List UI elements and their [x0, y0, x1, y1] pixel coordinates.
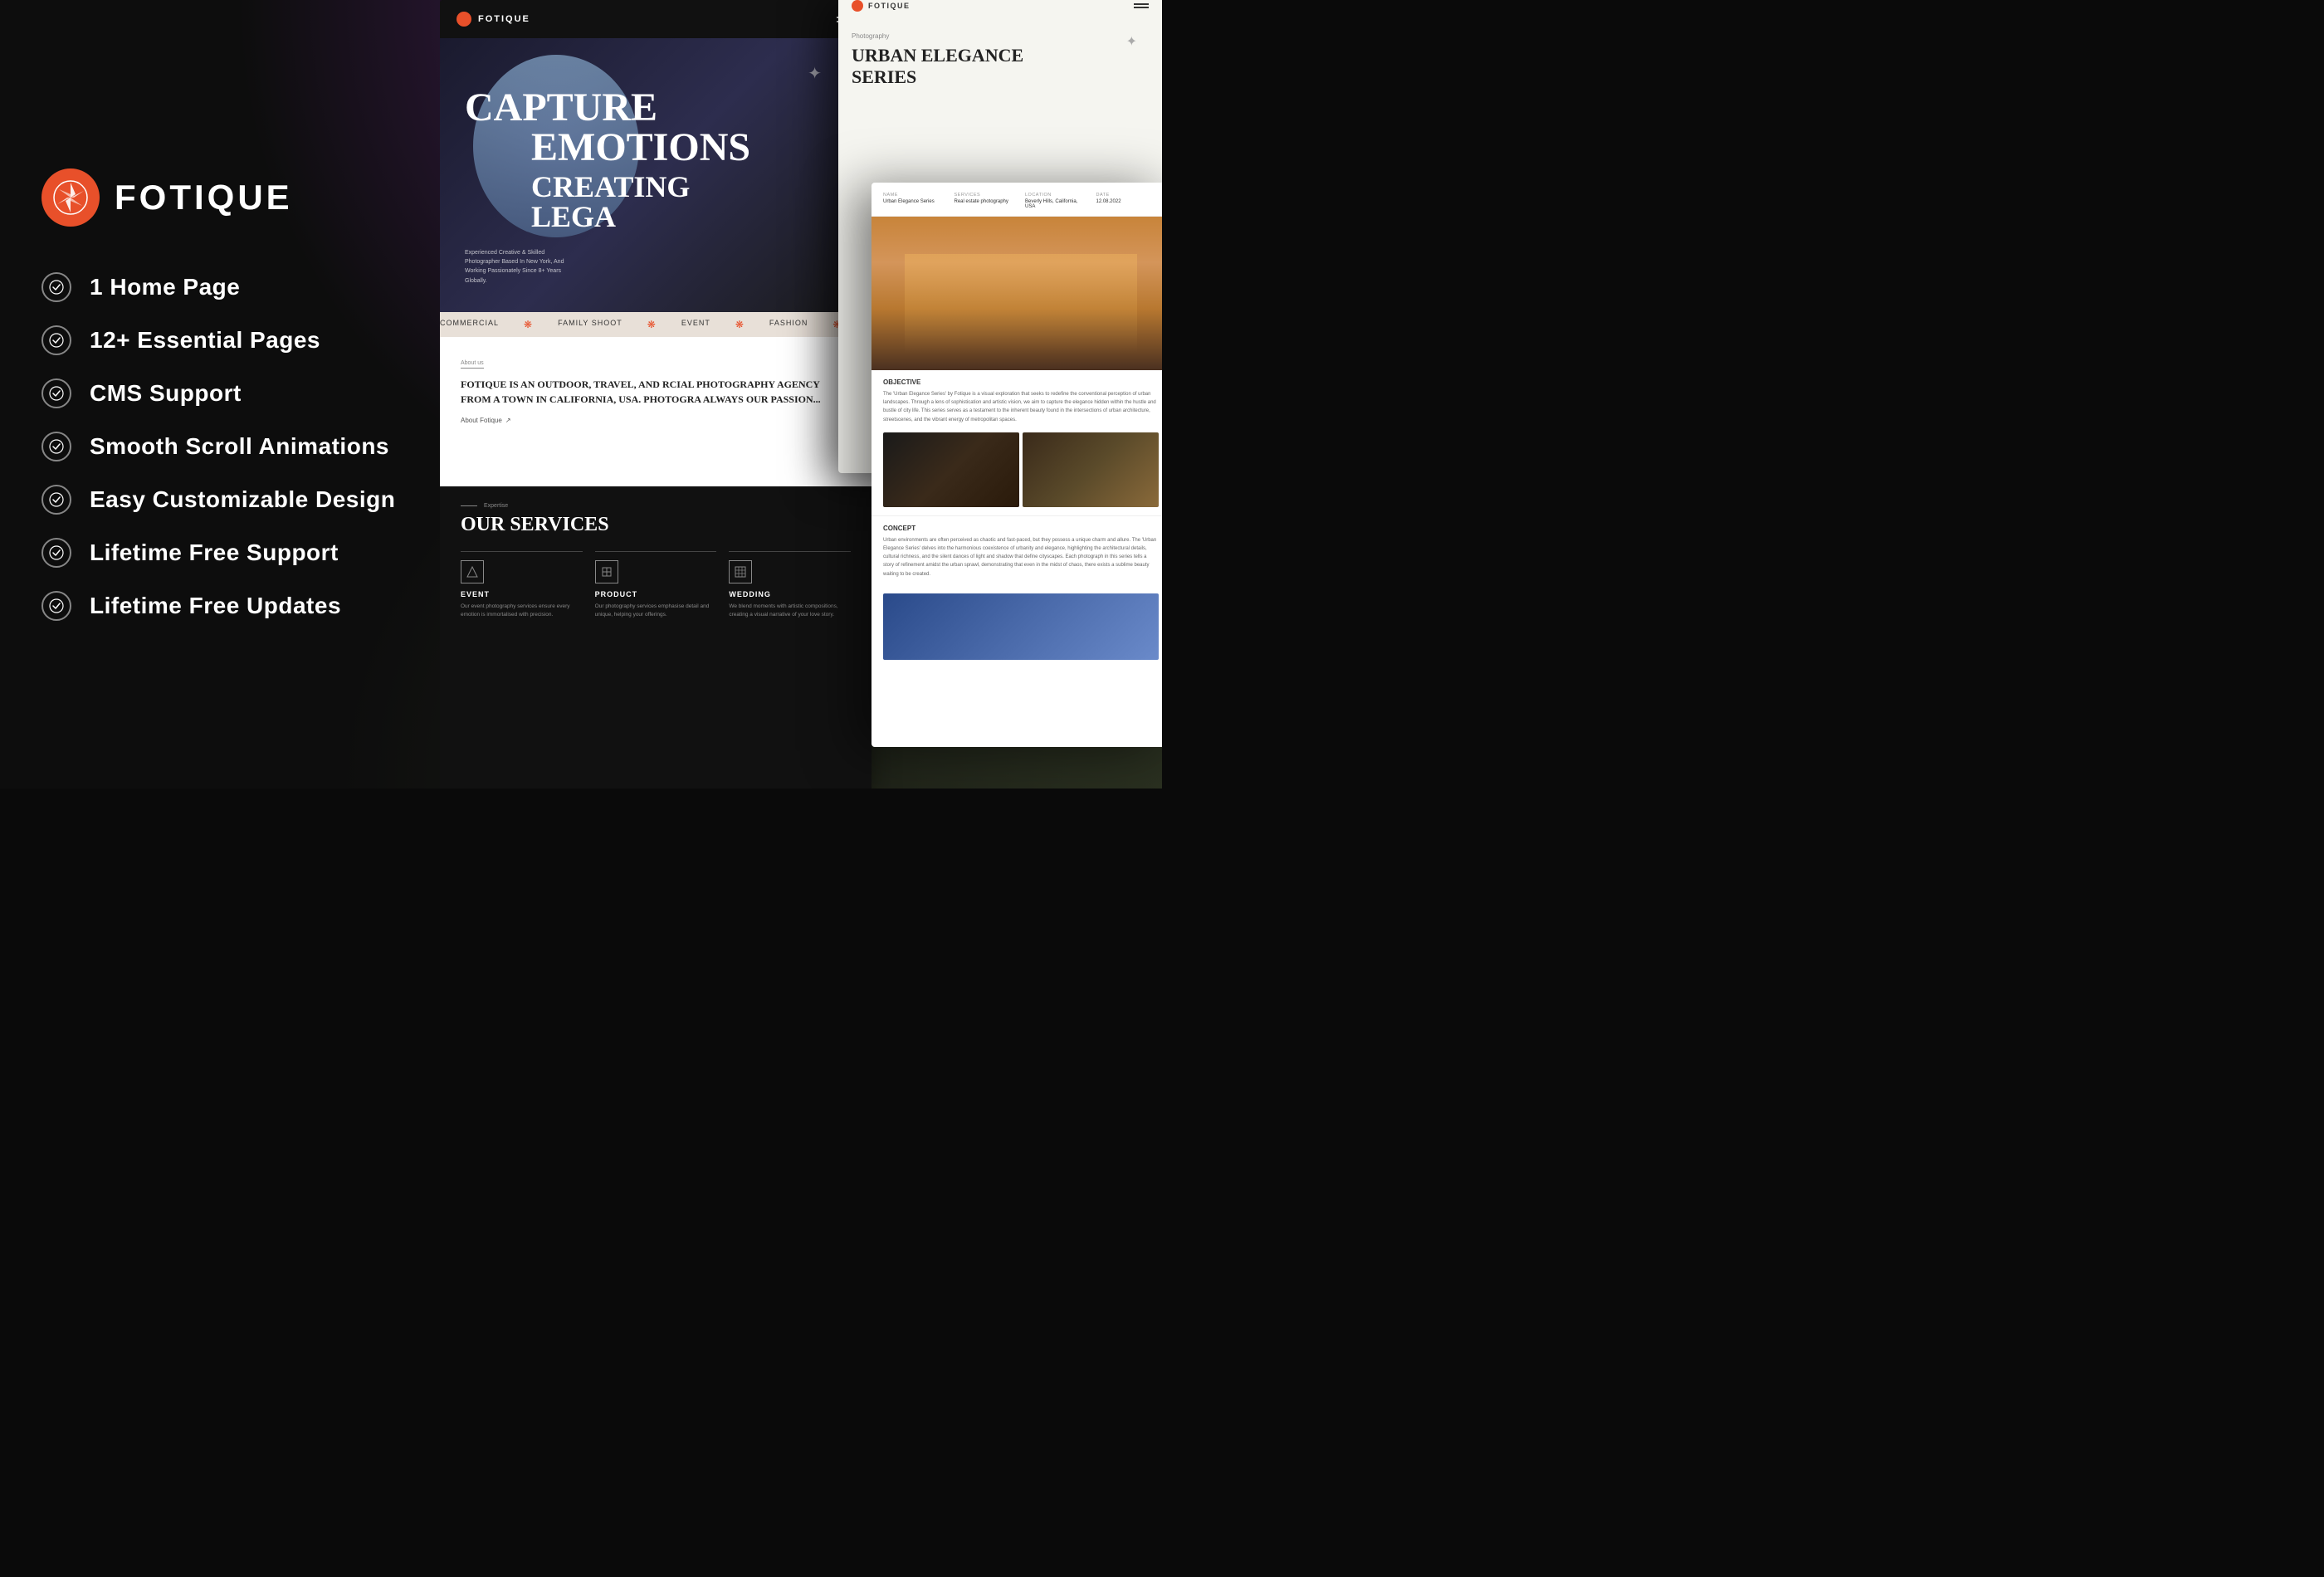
urban-name: URBAN ELEGANCESERIES [852, 45, 1149, 89]
case-photo-interior-2 [1023, 432, 1159, 507]
hero-line-1: CAPTURE EMOTIONS [465, 88, 863, 168]
concept-title: CONCEPT [883, 525, 1159, 532]
second-logo: FOTIQUE [852, 0, 911, 12]
service-desc-wedding: We blend moments with artistic compositi… [729, 603, 851, 619]
hero-text: CAPTURE EMOTIONS CREATING LEGA Experienc… [465, 88, 863, 286]
second-header: FOTIQUE [838, 0, 1162, 20]
check-icon-essential [42, 325, 71, 355]
feature-text-updates: Lifetime Free Updates [90, 593, 341, 619]
services-title: OUR SERVICES [461, 514, 851, 536]
check-icon-updates [42, 591, 71, 621]
meta-name-value: Urban Elegance Series [883, 199, 946, 204]
feature-text-cms: CMS Support [90, 380, 242, 407]
service-name-wedding: WEDDING [729, 590, 851, 598]
feature-cms: CMS Support [42, 378, 440, 408]
screenshot-main: FOTIQUE CAPTURE EMOTIONS CREATING LEGA E… [440, 0, 872, 788]
feature-text-scroll: Smooth Scroll Animations [90, 433, 389, 460]
arrow-icon: ↗ [505, 417, 511, 424]
logo-area: FOTIQUE [42, 168, 440, 227]
wedding-icon [729, 560, 752, 583]
sparkle-second-icon: ✦ [1126, 33, 1137, 50]
feature-smooth-scroll: Smooth Scroll Animations [42, 432, 440, 461]
feature-customizable: Easy Customizable Design [42, 485, 440, 515]
check-icon-scroll [42, 432, 71, 461]
urban-label: Photography [852, 32, 1149, 40]
ticker-content: COMMERCIAL ❋ FAMILY SHOOT ❋ EVENT ❋ FASH… [440, 319, 872, 330]
ticker-item: EVENT [681, 319, 710, 330]
meta-services-label: SERVICES [954, 193, 1018, 198]
ticker-dot: ❋ [735, 319, 745, 330]
hero-area: CAPTURE EMOTIONS CREATING LEGA Experienc… [440, 38, 872, 312]
ticker-item: FASHION [769, 319, 808, 330]
case-concept: CONCEPT Urban environments are often per… [872, 515, 1162, 587]
feature-essential-pages: 12+ Essential Pages [42, 325, 440, 355]
service-desc-product: Our photography services emphasise detai… [595, 603, 717, 619]
case-photos-grid [872, 432, 1162, 515]
services-label: Expertise [461, 503, 851, 509]
services-section: Expertise OUR SERVICES EVENT Our event p… [440, 486, 872, 636]
meta-location-value: Beverly Hills, California, USA [1025, 199, 1088, 209]
objective-text: The 'Urban Elegance Series' by Fotique i… [883, 390, 1159, 424]
second-hamburger [1134, 2, 1149, 11]
second-logo-text: FOTIQUE [868, 2, 911, 10]
fotique-logo-icon [42, 168, 100, 227]
check-icon-cms [42, 378, 71, 408]
objective-title: OBJECTIVE [883, 378, 1159, 386]
house-lights [905, 254, 1137, 354]
meta-name-label: NAME [883, 193, 946, 198]
second-logo-dot [852, 0, 863, 12]
feature-home-page: 1 Home Page [42, 272, 440, 302]
ticker-bar: COMMERCIAL ❋ FAMILY SHOOT ❋ EVENT ❋ FASH… [440, 312, 872, 337]
screenshot-logo-name: FOTIQUE [478, 14, 530, 24]
meta-date-label: DATE [1096, 193, 1160, 198]
hamburger-line [1134, 7, 1149, 8]
feature-text-home: 1 Home Page [90, 274, 240, 300]
meta-services: SERVICES Real estate photography [954, 193, 1018, 209]
meta-services-value: Real estate photography [954, 199, 1018, 204]
case-study-meta: NAME Urban Elegance Series SERVICES Real… [872, 183, 1162, 217]
product-icon [595, 560, 618, 583]
meta-location: LOCATION Beverly Hills, California, USA [1025, 193, 1088, 209]
meta-name: NAME Urban Elegance Series [883, 193, 946, 209]
sparkle-icon-1: ✦ [808, 63, 822, 84]
meta-date: DATE 12.08.2022 [1096, 193, 1160, 209]
meta-date-value: 12.08.2022 [1096, 199, 1160, 204]
check-icon-support [42, 538, 71, 568]
hamburger-line [1134, 3, 1149, 5]
service-wedding: WEDDING We blend moments with artistic c… [729, 551, 851, 619]
hero-subtext: CREATING LEGA [531, 172, 863, 232]
left-panel: FOTIQUE 1 Home Page 12+ Essential Pages [0, 0, 481, 788]
feature-text-customizable: Easy Customizable Design [90, 486, 395, 513]
case-study-hero-image [872, 217, 1162, 370]
about-text: FOTIQUE IS AN OUTDOOR, TRAVEL, AND RCIAL… [461, 377, 851, 407]
feature-updates: Lifetime Free Updates [42, 591, 440, 621]
feature-text-essential: 12+ Essential Pages [90, 327, 320, 354]
services-grid: EVENT Our event photography services ens… [461, 551, 851, 619]
case-objective: OBJECTIVE The 'Urban Elegance Series' by… [872, 370, 1162, 432]
main-screenshot-header: FOTIQUE [440, 0, 872, 38]
check-icon-home [42, 272, 71, 302]
logo-text: FOTIQUE [115, 178, 293, 217]
feature-text-support: Lifetime Free Support [90, 540, 339, 566]
service-name-product: PRODUCT [595, 590, 717, 598]
case-photo-interior-1 [883, 432, 1019, 507]
service-product: PRODUCT Our photography services emphasi… [595, 551, 717, 619]
ticker-dot: ❋ [524, 319, 533, 330]
ticker-dot: ❋ [647, 319, 657, 330]
features-list: 1 Home Page 12+ Essential Pages CMS Supp… [42, 272, 440, 621]
ticker-item: FAMILY SHOOT [558, 319, 622, 330]
urban-title-area: Photography URBAN ELEGANCESERIES [838, 20, 1162, 97]
right-panel: FOTIQUE CAPTURE EMOTIONS CREATING LEGA E… [440, 0, 1162, 788]
check-icon-customizable [42, 485, 71, 515]
about-section: About us FOTIQUE IS AN OUTDOOR, TRAVEL, … [440, 337, 872, 486]
concept-text: Urban environments are often perceived a… [883, 536, 1159, 579]
feature-support: Lifetime Free Support [42, 538, 440, 568]
meta-location-label: LOCATION [1025, 193, 1088, 198]
case-bottom-photo [883, 593, 1159, 660]
case-study-sheet: NAME Urban Elegance Series SERVICES Real… [872, 183, 1162, 747]
